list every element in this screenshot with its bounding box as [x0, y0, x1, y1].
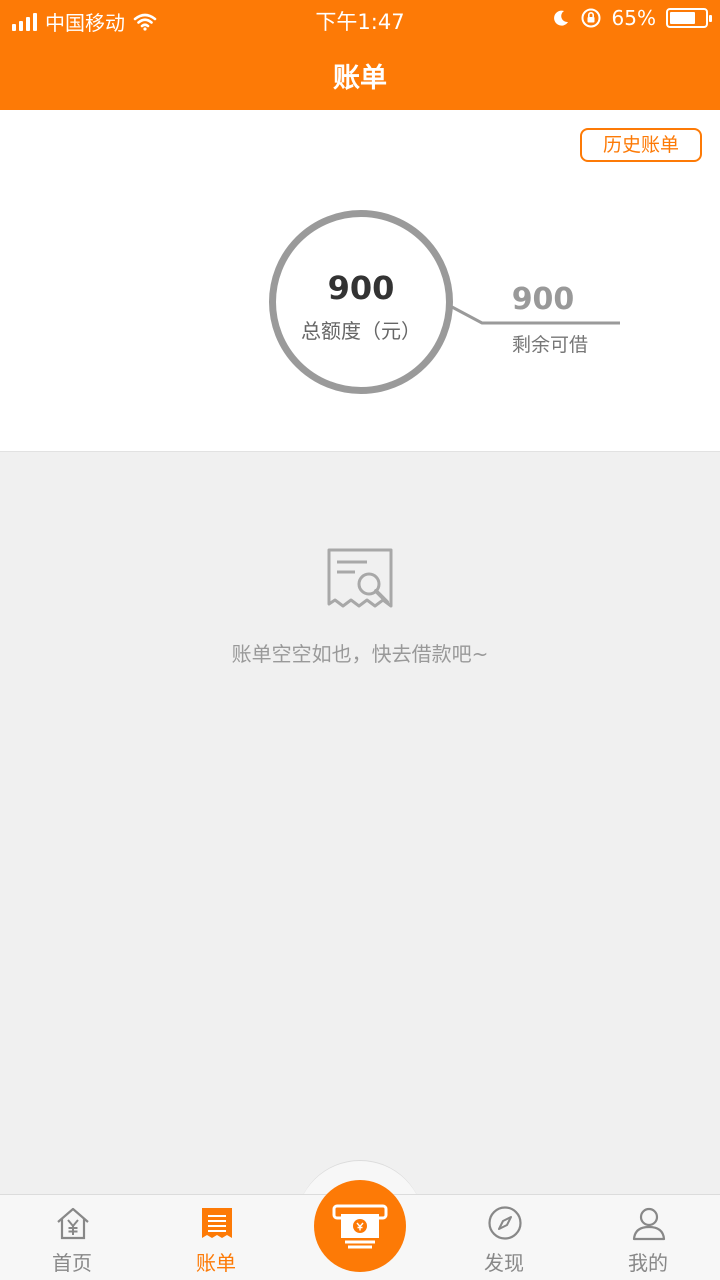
total-credit-label: 总额度（元） — [301, 319, 421, 343]
empty-bill-icon — [327, 548, 393, 608]
bill-icon — [202, 1208, 232, 1238]
user-icon — [632, 1207, 666, 1241]
tab-discover[interactable]: 发现 — [454, 1195, 554, 1280]
tab-discover-label: 发现 — [484, 1251, 524, 1275]
tab-mine[interactable]: 我的 — [598, 1195, 698, 1280]
app-header: 中国移动 下午1:47 65% 账单 — [0, 0, 720, 110]
tab-bills-label: 账单 — [196, 1251, 236, 1275]
total-credit-ring: 900 总额度（元） — [269, 210, 453, 394]
credit-summary-card: 历史账单 900 总额度（元） 900 剩余可借 — [0, 110, 720, 452]
cash-icon — [332, 1204, 388, 1249]
status-right: 65% — [552, 6, 712, 30]
tab-home-label: 首页 — [52, 1251, 92, 1275]
tab-bills[interactable]: 账单 — [166, 1195, 266, 1280]
compass-icon — [488, 1206, 522, 1240]
status-bar: 中国移动 下午1:47 65% — [0, 0, 720, 40]
borrow-cash-button[interactable] — [314, 1180, 406, 1272]
tab-home[interactable]: 首页 — [22, 1195, 122, 1280]
rotation-lock-icon — [581, 8, 601, 28]
battery-percent: 65% — [611, 6, 656, 30]
remaining-credit-amount: 900 — [511, 282, 575, 317]
moon-icon — [553, 10, 568, 26]
empty-state-message: 账单空空如也，快去借款吧~ — [231, 642, 489, 666]
page-title: 账单 — [333, 63, 387, 94]
home-yen-icon — [57, 1207, 89, 1240]
total-credit-amount: 900 — [327, 269, 395, 307]
remaining-credit-label: 剩余可借 — [511, 334, 588, 356]
battery-icon — [666, 8, 712, 28]
tab-mine-label: 我的 — [628, 1251, 668, 1275]
